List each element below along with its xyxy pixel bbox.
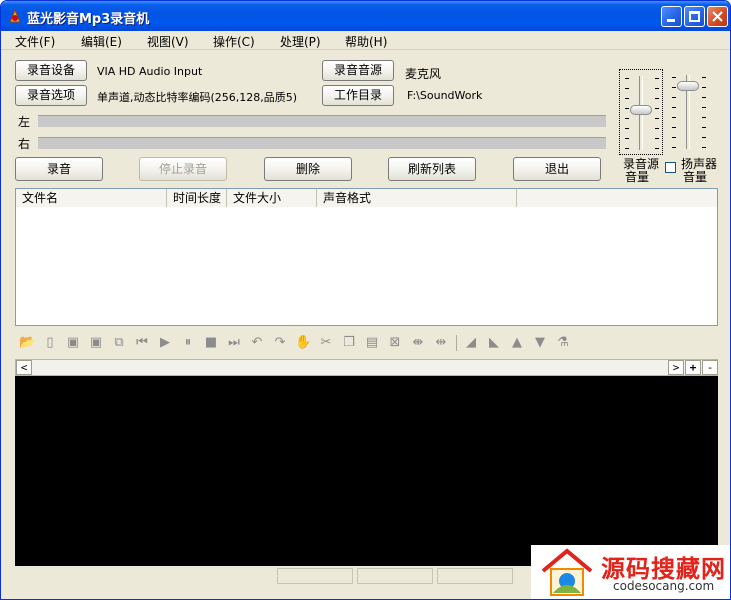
wave-scrollbar[interactable]: < > + - (15, 359, 718, 376)
record-source-value: 麦克风 (405, 67, 442, 81)
speaker-mute-checkbox[interactable] (665, 162, 676, 173)
column-format[interactable]: 声音格式 (317, 189, 517, 207)
toolbar-separator (456, 335, 457, 351)
scroll-left-button[interactable]: < (16, 360, 32, 375)
save-icon[interactable]: ▣ (65, 335, 81, 351)
right-channel-label: 右 (18, 137, 31, 151)
record-option-value: 单声道,动态比特率编码(256,128,品质5) (97, 91, 298, 104)
record-option-button[interactable]: 录音选项 (15, 85, 87, 106)
volume-up-icon[interactable]: ▲ (509, 335, 525, 351)
left-channel-label: 左 (18, 115, 31, 129)
edit-toolbar: 📂 ▯ ▣ ▣ ⧉ ⏮ ▶ ⏸ ■ ⏭ ↶ ↷ ✋ ✂ ❐ ▤ ⊠ ⇼ ⇹ ◢ … (15, 331, 718, 355)
delete-button[interactable]: 删除 (264, 157, 352, 181)
maximize-button[interactable] (684, 6, 705, 27)
close-button[interactable] (707, 6, 728, 27)
menu-file[interactable]: 文件(F) (15, 33, 55, 50)
file-list[interactable]: 文件名 时间长度 文件大小 声音格式 (15, 188, 718, 326)
paste-icon[interactable]: ▤ (364, 335, 380, 351)
status-segment-2 (357, 568, 433, 584)
zoom-out-button[interactable]: - (702, 360, 718, 375)
app-icon (9, 8, 21, 23)
column-filesize[interactable]: 文件大小 (227, 189, 317, 207)
title-bar[interactable]: 蓝光影音Mp3录音机 (1, 1, 730, 31)
redo-icon[interactable]: ↷ (272, 335, 288, 351)
minimize-icon (667, 19, 675, 22)
waveform-canvas[interactable] (15, 376, 718, 566)
record-button[interactable]: 录音 (15, 157, 103, 181)
extend-icon[interactable]: ⇹ (433, 335, 449, 351)
record-volume-label-2: 音量 (625, 170, 650, 184)
menu-view[interactable]: 视图(V) (147, 33, 189, 50)
column-filler (517, 189, 717, 207)
menu-bar: 文件(F) 编辑(E) 视图(V) 操作(C) 处理(P) 帮助(H) (1, 31, 730, 50)
status-segment-1 (277, 568, 353, 584)
menu-edit[interactable]: 编辑(E) (81, 33, 122, 50)
stop-record-button[interactable]: 停止录音 (139, 157, 227, 181)
cut-icon[interactable]: ✂ (318, 335, 334, 351)
column-duration[interactable]: 时间长度 (167, 189, 227, 207)
right-level-meter (38, 137, 606, 149)
watermark-en-text: codesocang.com (613, 579, 715, 593)
undo-icon[interactable]: ↶ (249, 335, 265, 351)
file-list-header: 文件名 时间长度 文件大小 声音格式 (16, 189, 717, 207)
scroll-right-button[interactable]: > (668, 360, 684, 375)
volume-down-icon[interactable]: ▼ (532, 335, 548, 351)
menu-help[interactable]: 帮助(H) (345, 33, 387, 50)
open-folder-icon[interactable]: 📂 (19, 335, 35, 351)
record-device-button[interactable]: 录音设备 (15, 60, 87, 81)
pause-icon[interactable]: ⏸ (180, 335, 196, 351)
speaker-volume-thumb[interactable] (677, 81, 699, 92)
work-dir-button[interactable]: 工作目录 (322, 85, 394, 106)
mix-icon[interactable]: ⊠ (387, 335, 403, 351)
record-volume-slider[interactable] (619, 69, 663, 155)
save-as-icon[interactable]: ▣ (88, 335, 104, 351)
exit-button[interactable]: 退出 (513, 157, 601, 181)
close-file-icon[interactable]: ▯ (42, 335, 58, 351)
zoom-in-button[interactable]: + (685, 360, 701, 375)
record-source-button[interactable]: 录音音源 (322, 60, 394, 81)
window-title: 蓝光影音Mp3录音机 (27, 12, 150, 27)
left-level-meter (38, 115, 606, 127)
trim-icon[interactable]: ⇼ (410, 335, 426, 351)
house-logo-icon (541, 548, 593, 596)
maximize-icon (689, 11, 700, 22)
record-device-value: VIA HD Audio Input (97, 65, 203, 78)
watermark-logo: 源码搜藏网 codesocang.com (531, 545, 730, 599)
hand-icon[interactable]: ✋ (295, 335, 311, 351)
menu-operate[interactable]: 操作(C) (213, 33, 255, 50)
record-volume-thumb[interactable] (630, 104, 652, 115)
effects-icon[interactable]: ⚗ (555, 335, 571, 351)
close-icon (712, 11, 723, 22)
speaker-volume-slider[interactable] (669, 69, 709, 155)
skip-back-icon[interactable]: ⏮ (134, 335, 150, 351)
work-dir-value: F:\SoundWork (407, 89, 483, 102)
stop-icon[interactable]: ■ (203, 335, 219, 351)
refresh-list-button[interactable]: 刷新列表 (388, 157, 476, 181)
status-segment-3 (437, 568, 513, 584)
column-filename[interactable]: 文件名 (16, 189, 167, 207)
copy-icon[interactable]: ❐ (341, 335, 357, 351)
fade-in-icon[interactable]: ◢ (463, 335, 479, 351)
minimize-button[interactable] (661, 6, 682, 27)
fade-out-icon[interactable]: ◣ (486, 335, 502, 351)
menu-process[interactable]: 处理(P) (280, 33, 321, 50)
speaker-volume-label-2: 音量 (683, 170, 708, 184)
export-icon[interactable]: ⧉ (111, 335, 127, 351)
skip-forward-icon[interactable]: ⏭ (226, 335, 242, 351)
app-window: 蓝光影音Mp3录音机 文件(F) 编辑(E) 视图(V) 操作(C) 处理(P)… (0, 0, 731, 600)
play-icon[interactable]: ▶ (157, 335, 173, 351)
